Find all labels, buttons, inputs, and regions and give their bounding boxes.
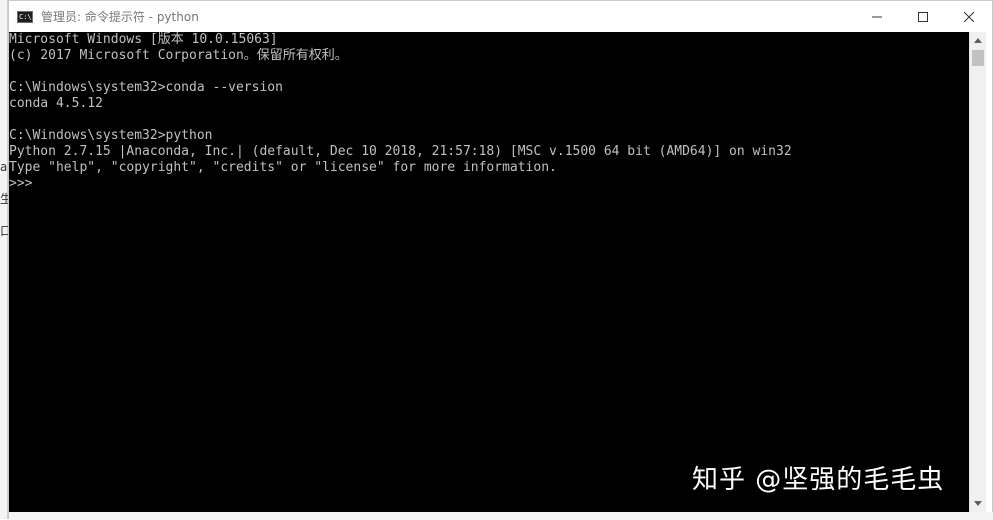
- console-line: C:\Windows\system32>conda --version: [9, 80, 283, 95]
- window-title: 管理员: 命令提示符 - python: [41, 10, 199, 24]
- scroll-down-button[interactable]: [970, 495, 986, 512]
- minimize-button[interactable]: [854, 1, 900, 32]
- console-output[interactable]: Microsoft Windows [版本 10.0.15063] (c) 20…: [9, 32, 969, 512]
- console-line: Python 2.7.15 |Anaconda, Inc.| (default,…: [9, 144, 792, 159]
- scroll-thumb[interactable]: [972, 50, 984, 66]
- close-icon: [964, 11, 974, 22]
- console-line: (c) 2017 Microsoft Corporation。保留所有权利。: [9, 48, 348, 63]
- chevron-down-icon: [974, 501, 982, 506]
- cmd-icon[interactable]: C:\: [17, 10, 33, 23]
- watermark: 知乎 @坚强的毛毛虫: [692, 465, 945, 495]
- minimize-icon: [872, 16, 882, 17]
- console-line: Microsoft Windows [版本 10.0.15063]: [9, 32, 278, 47]
- cmd-window: C:\ 管理员: 命令提示符 - python Microsoft Window…: [8, 0, 993, 520]
- title-bar[interactable]: C:\ 管理员: 命令提示符 - python: [9, 1, 992, 32]
- scroll-up-button[interactable]: [970, 32, 986, 49]
- chevron-up-icon: [974, 38, 982, 43]
- maximize-icon: [918, 11, 928, 22]
- console-line: conda 4.5.12: [9, 96, 103, 111]
- close-button[interactable]: [946, 1, 992, 32]
- console-prompt[interactable]: >>>: [9, 176, 969, 192]
- background-text-fragment: a: [0, 160, 8, 174]
- console-line: C:\Windows\system32>python: [9, 128, 213, 143]
- vertical-scrollbar[interactable]: [969, 32, 986, 512]
- window-controls: [854, 1, 992, 32]
- background-window-edge: a 生 口: [0, 0, 12, 519]
- console-line: Type "help", "copyright", "credits" or "…: [9, 160, 557, 175]
- maximize-button[interactable]: [900, 1, 946, 32]
